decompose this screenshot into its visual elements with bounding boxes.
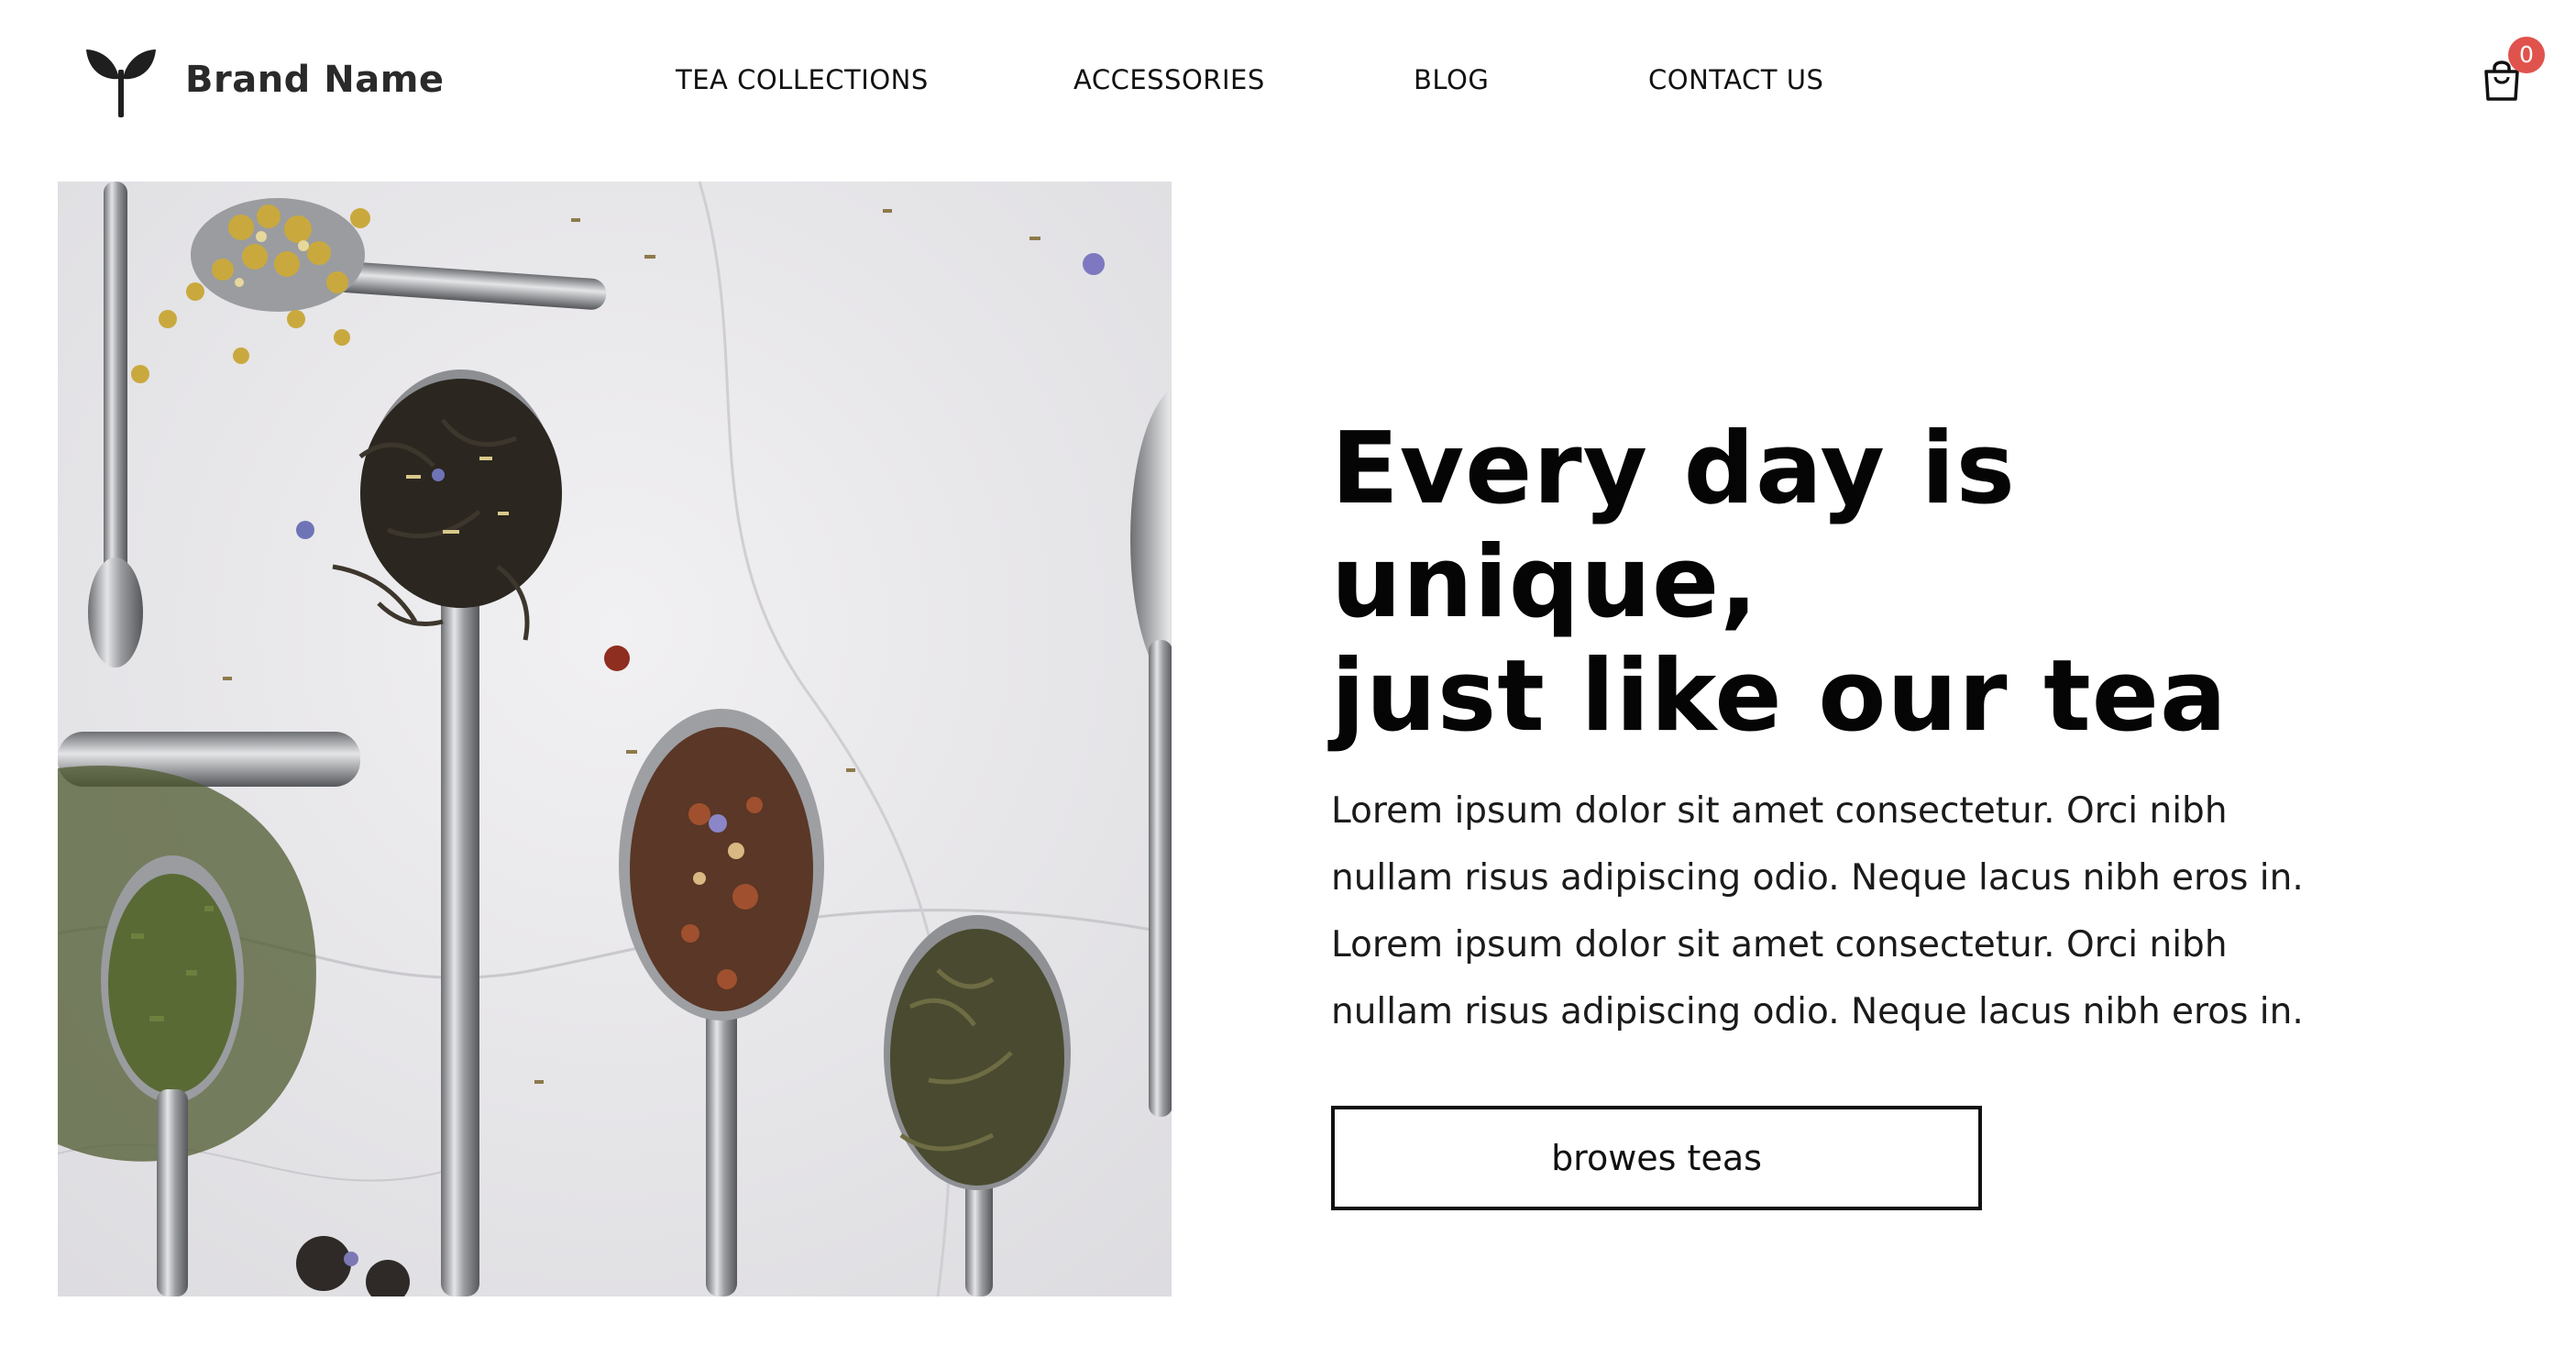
- hero-headline-line-2: just like our tea: [1331, 639, 2228, 754]
- hero-description-line: Lorem ipsum dolor sit amet consectetur. …: [1331, 790, 2228, 832]
- nav-tea-collections[interactable]: TEA COLLECTIONS: [676, 64, 929, 95]
- hero-headline: Every day is unique, just like our tea: [1331, 413, 2413, 754]
- hero-description: Lorem ipsum dolor sit amet consectetur. …: [1331, 778, 2394, 1045]
- brand-home-link[interactable]: Brand Name: [84, 42, 445, 117]
- nav-blog[interactable]: BLOG: [1414, 64, 1489, 95]
- brand-name: Brand Name: [185, 59, 445, 101]
- nav-contact-us[interactable]: CONTACT US: [1648, 64, 1823, 95]
- cart-button[interactable]: 0: [2481, 37, 2545, 103]
- site-header: Brand Name TEA COLLECTIONS ACCESSORIES B…: [0, 0, 2576, 161]
- hero-description-line: Lorem ipsum dolor sit amet consectetur. …: [1331, 924, 2228, 965]
- hero-description-line: nullam risus adipiscing odio. Neque lacu…: [1331, 857, 2304, 899]
- hero-description-line: nullam risus adipiscing odio. Neque lacu…: [1331, 991, 2304, 1032]
- cart-count-badge: 0: [2508, 37, 2545, 73]
- hero-headline-line-1: Every day is unique,: [1331, 412, 2016, 640]
- browse-teas-button[interactable]: browes teas: [1331, 1106, 1982, 1210]
- hero-image: [58, 182, 1172, 1296]
- sprout-leaf-icon: [86, 50, 156, 117]
- tea-spoons-photo: [58, 182, 1172, 1296]
- hero-content: Every day is unique, just like our tea L…: [1331, 413, 2413, 1210]
- nav-accessories[interactable]: ACCESSORIES: [1073, 64, 1265, 95]
